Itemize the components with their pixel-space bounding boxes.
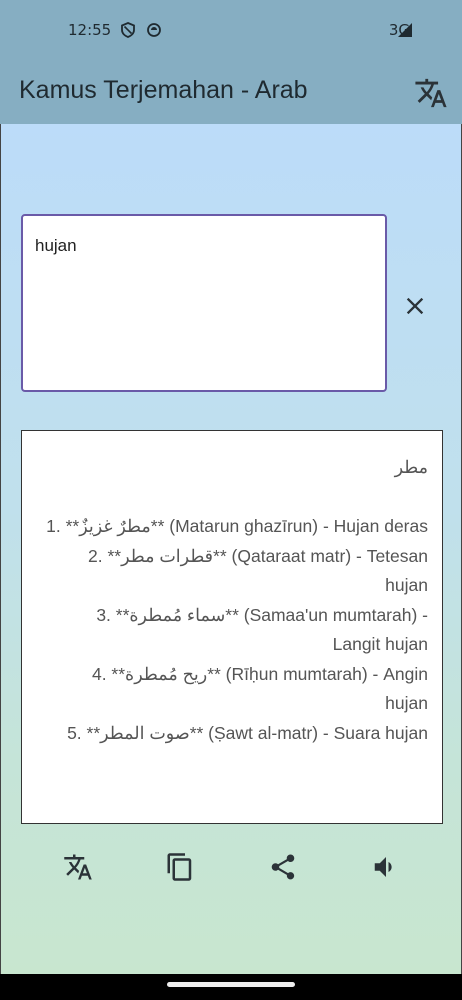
main-content: hujan مطر 1. **مطرٌ غزيزٌ** (Matarun gha… (0, 124, 462, 974)
home-handle[interactable] (167, 982, 295, 987)
translate-icon[interactable] (414, 76, 448, 110)
navigation-bar (0, 974, 462, 1000)
share-icon[interactable] (268, 852, 298, 882)
data-saver-icon (147, 23, 161, 37)
status-time: 12:55 (68, 21, 112, 39)
volume-icon[interactable] (371, 852, 401, 882)
shield-icon (121, 22, 135, 38)
input-text[interactable]: hujan (35, 236, 77, 256)
translation-output: مطر 1. **مطرٌ غزيزٌ** (Matarun ghazīrun)… (21, 430, 443, 824)
page-title: Kamus Terjemahan - Arab (19, 76, 308, 104)
translate-icon[interactable] (63, 852, 93, 882)
status-icons (120, 22, 162, 38)
close-icon[interactable] (401, 292, 429, 320)
signal-icon (398, 23, 412, 37)
output-text: مطر 1. **مطرٌ غزيزٌ** (Matarun ghazīrun)… (46, 457, 428, 743)
translation-input[interactable]: hujan (21, 214, 387, 392)
bottom-toolbar (1, 852, 462, 892)
copy-icon[interactable] (165, 852, 195, 882)
app-bar: Kamus Terjemahan - Arab (0, 62, 462, 124)
status-bar: 12:55 3G (0, 0, 462, 62)
